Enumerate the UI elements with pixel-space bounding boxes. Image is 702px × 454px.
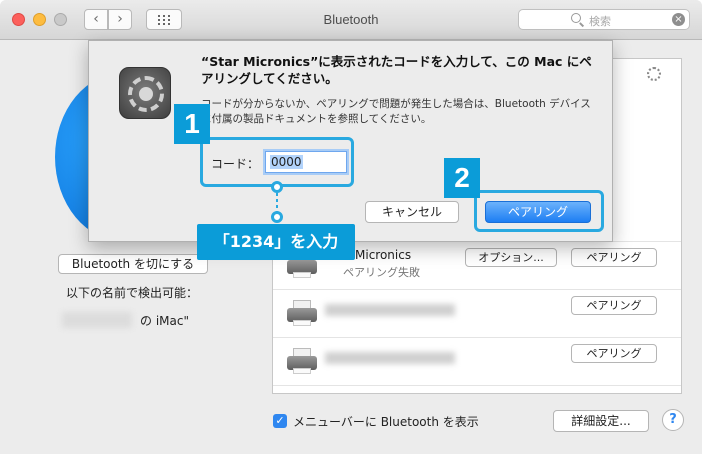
device-name: Micronics	[355, 248, 412, 262]
device-name-suffix: の iMac"	[140, 314, 189, 328]
system-preferences-gear-icon	[119, 67, 171, 119]
connector-dot-bottom	[271, 211, 283, 223]
sheet-description: コードが分からないか、ペアリングで問題が発生した場合は、Bluetooth デバ…	[201, 98, 591, 125]
step-1-badge: 1	[174, 104, 210, 144]
search-field[interactable]: 検索 ×	[518, 9, 690, 30]
step-2-badge: 2	[444, 158, 480, 198]
show-in-menubar-label: メニューバーに Bluetooth を表示	[293, 415, 479, 429]
loading-spinner-icon	[647, 67, 661, 81]
checkmark-icon: ✓	[275, 414, 285, 427]
help-button[interactable]: ?	[662, 409, 684, 431]
device-name-redacted	[325, 352, 455, 364]
sheet-title: “Star Micronics”に表示されたコードを入力して、この Mac にペ…	[201, 54, 592, 86]
title-bar: ‹ › Bluetooth 検索 ×	[0, 0, 702, 40]
discoverable-label: 以下の名前で検出可能：	[66, 286, 199, 300]
turn-bluetooth-off-button[interactable]: Bluetooth を切にする	[58, 254, 208, 274]
device-name-redacted	[62, 312, 132, 328]
device-status: ペアリング失敗	[343, 266, 420, 279]
device-name-redacted	[325, 304, 455, 316]
device-row[interactable]: ペアリング	[273, 337, 681, 387]
bluetooth-preferences-window: ‹ › Bluetooth 検索 × Bluetooth を切にする 以下の名前…	[0, 0, 702, 454]
show-in-menubar-checkbox[interactable]: ✓	[273, 414, 287, 428]
clear-search-icon[interactable]: ×	[672, 13, 685, 26]
connector-dot-top	[271, 181, 283, 193]
cancel-button[interactable]: キャンセル	[365, 201, 459, 223]
code-highlight-box	[200, 137, 354, 187]
pair-button[interactable]: ペアリング	[571, 248, 657, 267]
search-icon	[571, 13, 581, 23]
printer-icon	[287, 348, 317, 374]
pair-button[interactable]: ペアリング	[571, 344, 657, 363]
device-row	[273, 385, 681, 395]
search-placeholder: 検索	[589, 15, 611, 28]
pair-highlight-box	[474, 190, 604, 232]
enter-code-callout: 「1234」を入力	[197, 224, 355, 260]
advanced-button[interactable]: 詳細設定...	[553, 410, 649, 432]
pair-button[interactable]: ペアリング	[571, 296, 657, 315]
device-row[interactable]: ペアリング	[273, 289, 681, 339]
printer-icon	[287, 300, 317, 326]
options-button[interactable]: オプション...	[465, 248, 557, 267]
